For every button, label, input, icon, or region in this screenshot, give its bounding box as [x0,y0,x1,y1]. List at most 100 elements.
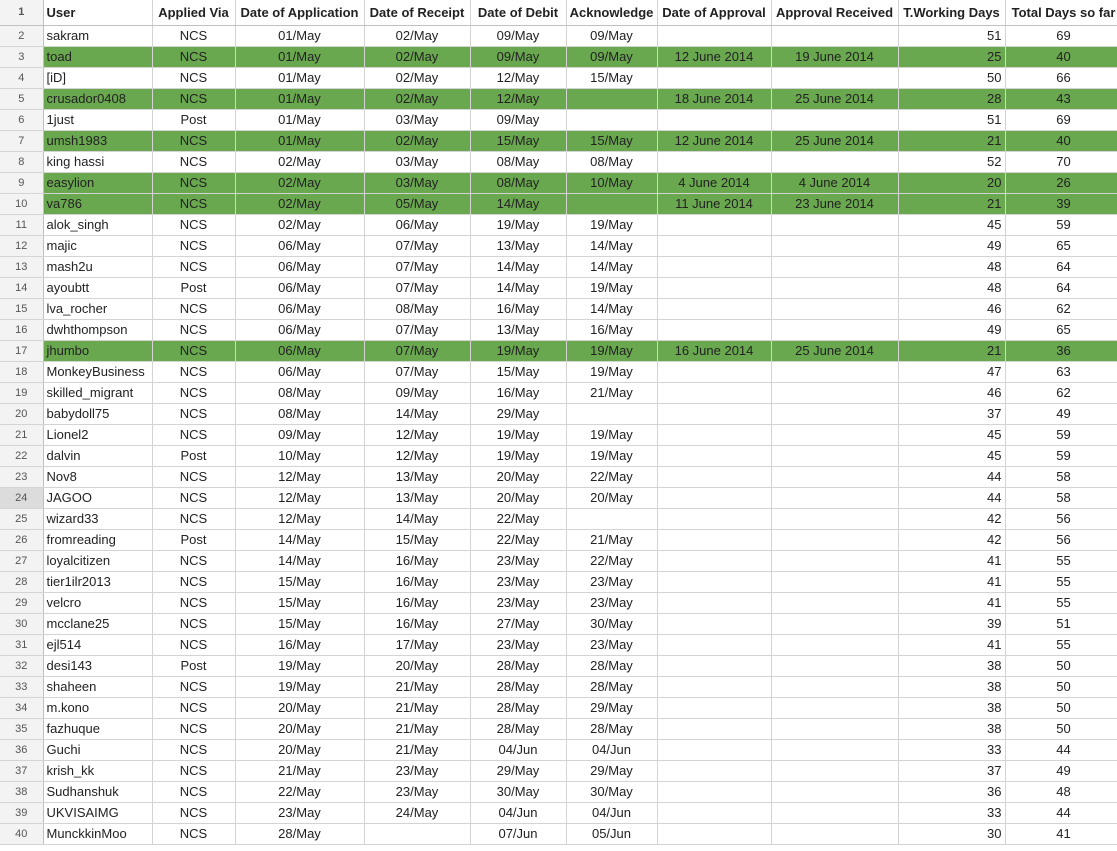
cell-date-of-approval[interactable] [657,214,772,236]
cell-date-of-application[interactable]: 14/May [235,529,365,551]
cell-approval-received[interactable] [771,613,899,635]
cell-date-of-debit[interactable]: 04/Jun [470,739,567,761]
cell-working-days[interactable]: 50 [898,67,1006,89]
row-number[interactable]: 35 [0,718,44,740]
cell-approval-received[interactable] [771,781,899,803]
cell-user[interactable]: dwhthompson [43,319,153,341]
cell-date-of-receipt[interactable]: 24/May [364,802,471,824]
cell-date-of-receipt[interactable]: 16/May [364,571,471,593]
cell-working-days[interactable]: 42 [898,508,1006,530]
header-approval-received[interactable]: Approval Received [771,0,899,26]
cell-approval-received[interactable] [771,487,899,509]
cell-working-days[interactable]: 41 [898,592,1006,614]
cell-working-days[interactable]: 42 [898,529,1006,551]
cell-user[interactable]: jhumbo [43,340,153,362]
cell-working-days[interactable]: 21 [898,340,1006,362]
cell-total-days[interactable]: 59 [1005,214,1117,236]
cell-total-days[interactable]: 55 [1005,592,1117,614]
cell-total-days[interactable]: 44 [1005,802,1117,824]
row-number[interactable]: 9 [0,172,44,194]
cell-applied-via[interactable]: NCS [152,592,236,614]
cell-date-of-approval[interactable]: 12 June 2014 [657,130,772,152]
cell-total-days[interactable]: 48 [1005,781,1117,803]
row-number[interactable]: 2 [0,25,44,47]
cell-acknowledge[interactable]: 04/Jun [566,739,658,761]
cell-user[interactable]: MunckkinMoo [43,823,153,845]
cell-date-of-application[interactable]: 02/May [235,193,365,215]
cell-date-of-approval[interactable] [657,445,772,467]
cell-date-of-approval[interactable] [657,109,772,131]
cell-approval-received[interactable] [771,277,899,299]
cell-date-of-approval[interactable] [657,487,772,509]
cell-date-of-approval[interactable] [657,676,772,698]
cell-date-of-application[interactable]: 08/May [235,403,365,425]
cell-total-days[interactable]: 65 [1005,235,1117,257]
row-number[interactable]: 10 [0,193,44,215]
cell-date-of-approval[interactable] [657,571,772,593]
cell-date-of-debit[interactable]: 08/May [470,151,567,173]
cell-working-days[interactable]: 48 [898,256,1006,278]
cell-applied-via[interactable]: Post [152,445,236,467]
row-number[interactable]: 38 [0,781,44,803]
cell-acknowledge[interactable]: 29/May [566,697,658,719]
cell-date-of-debit[interactable]: 28/May [470,655,567,677]
cell-date-of-application[interactable]: 15/May [235,592,365,614]
cell-date-of-approval[interactable] [657,361,772,383]
cell-approval-received[interactable] [771,382,899,404]
cell-date-of-application[interactable]: 01/May [235,67,365,89]
cell-user[interactable]: sakram [43,25,153,47]
cell-date-of-approval[interactable] [657,25,772,47]
cell-total-days[interactable]: 64 [1005,256,1117,278]
cell-date-of-debit[interactable]: 28/May [470,676,567,698]
cell-date-of-receipt[interactable]: 12/May [364,445,471,467]
cell-acknowledge[interactable]: 20/May [566,487,658,509]
cell-working-days[interactable]: 21 [898,130,1006,152]
cell-approval-received[interactable] [771,109,899,131]
cell-date-of-approval[interactable] [657,529,772,551]
cell-user[interactable]: Nov8 [43,466,153,488]
cell-working-days[interactable]: 45 [898,214,1006,236]
cell-date-of-receipt[interactable]: 17/May [364,634,471,656]
cell-date-of-receipt[interactable]: 03/May [364,151,471,173]
cell-working-days[interactable]: 28 [898,88,1006,110]
cell-user[interactable]: Lionel2 [43,424,153,446]
row-number[interactable]: 32 [0,655,44,677]
cell-date-of-debit[interactable]: 13/May [470,319,567,341]
header-total-days[interactable]: Total Days so far [1005,0,1117,26]
cell-date-of-receipt[interactable]: 07/May [364,340,471,362]
row-number[interactable]: 40 [0,823,44,845]
cell-date-of-approval[interactable] [657,802,772,824]
cell-applied-via[interactable]: NCS [152,361,236,383]
cell-applied-via[interactable]: NCS [152,424,236,446]
cell-acknowledge[interactable]: 19/May [566,340,658,362]
cell-user[interactable]: loyalcitizen [43,550,153,572]
cell-approval-received[interactable] [771,676,899,698]
cell-applied-via[interactable]: Post [152,655,236,677]
cell-date-of-application[interactable]: 12/May [235,508,365,530]
cell-total-days[interactable]: 50 [1005,718,1117,740]
cell-acknowledge[interactable]: 10/May [566,172,658,194]
row-number[interactable]: 15 [0,298,44,320]
row-number[interactable]: 16 [0,319,44,341]
row-number[interactable]: 37 [0,760,44,782]
cell-date-of-receipt[interactable]: 21/May [364,697,471,719]
cell-working-days[interactable]: 51 [898,109,1006,131]
cell-user[interactable]: 1just [43,109,153,131]
cell-date-of-application[interactable]: 02/May [235,151,365,173]
row-number[interactable]: 17 [0,340,44,362]
cell-date-of-application[interactable]: 22/May [235,781,365,803]
cell-working-days[interactable]: 38 [898,718,1006,740]
cell-working-days[interactable]: 49 [898,319,1006,341]
cell-date-of-debit[interactable]: 13/May [470,235,567,257]
cell-date-of-receipt[interactable]: 08/May [364,298,471,320]
cell-approval-received[interactable] [771,823,899,845]
row-number[interactable]: 23 [0,466,44,488]
cell-approval-received[interactable] [771,802,899,824]
cell-date-of-approval[interactable] [657,592,772,614]
cell-approval-received[interactable] [771,25,899,47]
cell-date-of-receipt[interactable]: 02/May [364,67,471,89]
cell-date-of-debit[interactable]: 29/May [470,403,567,425]
header-date-of-receipt[interactable]: Date of Receipt [364,0,471,26]
cell-date-of-approval[interactable] [657,151,772,173]
cell-date-of-approval[interactable] [657,781,772,803]
